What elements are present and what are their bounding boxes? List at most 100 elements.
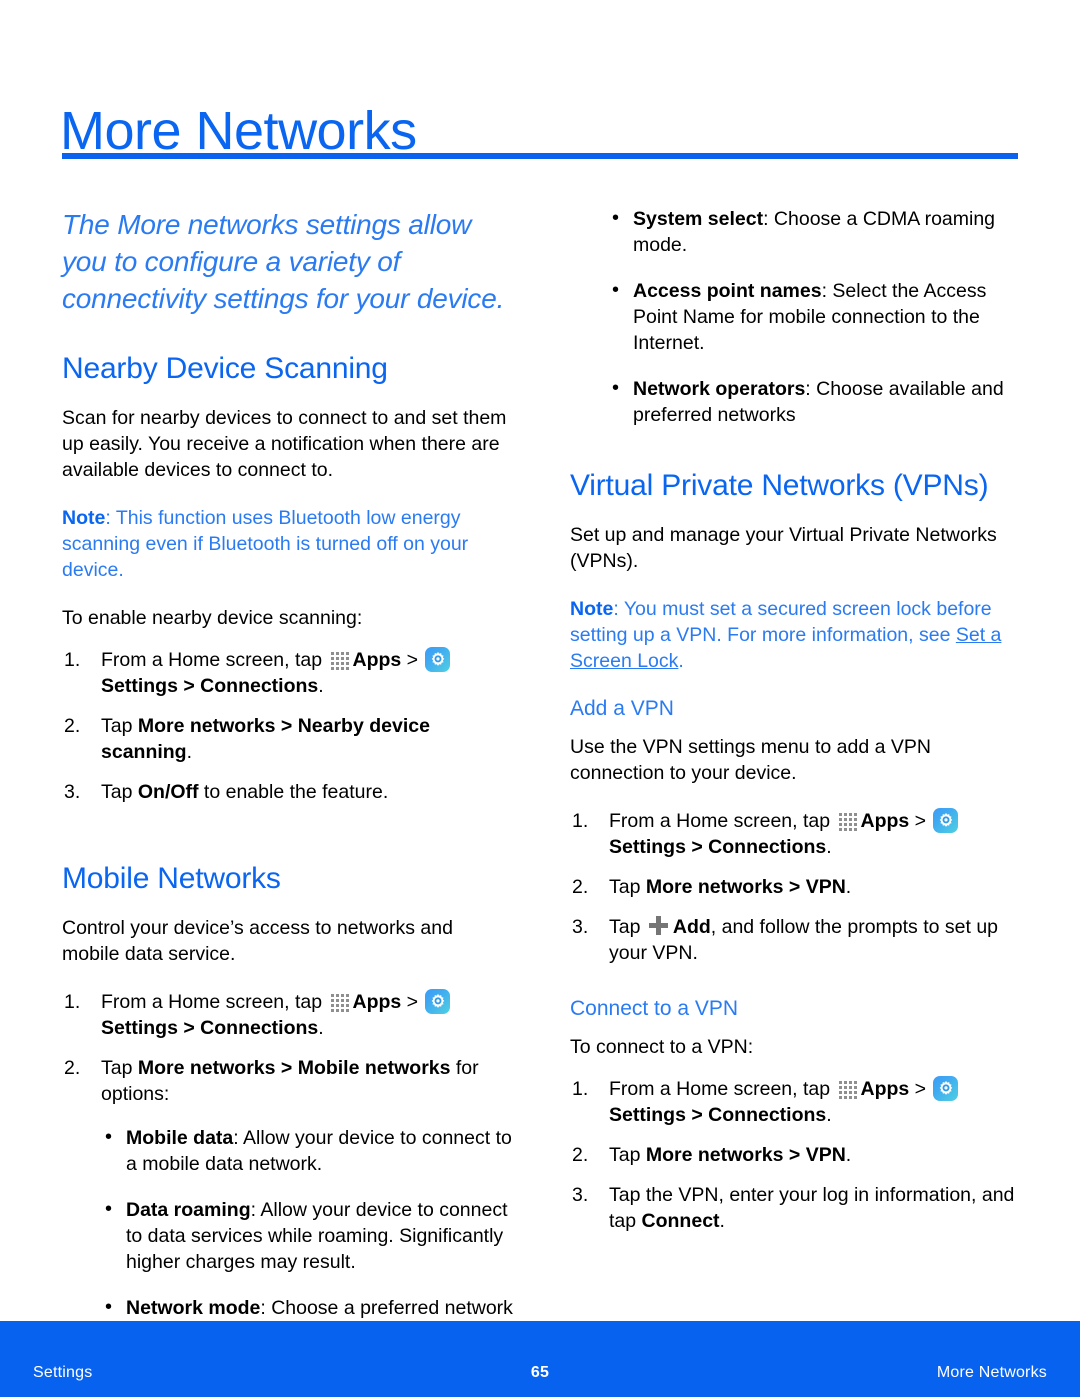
step-bold-tail: > Connections	[177, 675, 319, 697]
settings-label: Settings	[101, 675, 178, 697]
settings-gear-icon[interactable]	[425, 647, 451, 672]
step-text: Tap	[609, 916, 646, 938]
settings-gear-icon[interactable]	[425, 989, 451, 1014]
apps-label: Apps	[860, 1078, 910, 1100]
footer-page-number: 65	[530, 1364, 550, 1381]
mobile-description: Control your device’s access to networks…	[62, 917, 453, 965]
gear-glyph	[936, 811, 955, 830]
step-item: Tap More networks > Nearby device scanni…	[62, 713, 514, 765]
step-tail: to enable the feature.	[198, 781, 389, 803]
section-heading-nearby-device-scanning: Nearby Device Scanning	[62, 352, 388, 385]
step-bold: Connect	[641, 1210, 720, 1232]
apps-label: Apps	[860, 810, 910, 832]
step-item: Tap the VPN, enter your log in informati…	[570, 1182, 1022, 1234]
step-separator: >	[909, 1078, 932, 1100]
intro-paragraph: The More networks settings allow you to …	[62, 209, 505, 314]
step-text: Tap	[101, 715, 138, 737]
step-text: From a Home screen, tap	[609, 810, 836, 832]
settings-label: Settings	[609, 1104, 686, 1126]
settings-label: Settings	[609, 836, 686, 858]
step-tail: .	[845, 1144, 852, 1166]
list-item: System select: Choose a CDMA roaming mod…	[608, 205, 1022, 258]
apps-grid-icon[interactable]	[330, 649, 352, 670]
step-text: Tap	[101, 1057, 138, 1079]
step-text: From a Home screen, tap	[609, 1078, 836, 1100]
step-item: Tap Add, and follow the prompts to set u…	[570, 914, 1022, 966]
settings-label: Settings	[101, 1017, 178, 1039]
vpn-note: Note: You must set a secured screen lock…	[570, 596, 1022, 674]
step-item: Tap On/Off to enable the feature.	[62, 779, 514, 805]
step-text: Tap	[101, 781, 138, 803]
step-bold-tail: > Connections	[685, 1104, 827, 1126]
note-label: Note	[570, 598, 614, 620]
title-divider	[62, 153, 1018, 159]
step-item: From a Home screen, tap Apps > Settings …	[570, 1076, 1022, 1128]
option-term: Network operators	[633, 378, 806, 400]
list-item: Access point names: Select the Access Po…	[608, 277, 1022, 356]
step-separator: >	[909, 810, 932, 832]
connect-vpn-steps-list: From a Home screen, tap Apps > Settings …	[570, 1076, 1022, 1234]
left-column: The More networks settings allow you to …	[62, 206, 514, 1367]
option-term: Mobile data	[126, 1127, 234, 1149]
apps-label: Apps	[352, 649, 402, 671]
connect-vpn-description: To connect to a VPN:	[570, 1036, 754, 1058]
step-tail: .	[318, 675, 324, 697]
step-tail: .	[826, 836, 832, 858]
step-separator: >	[401, 649, 424, 671]
step-tail: .	[318, 1017, 324, 1039]
add-plus-icon[interactable]	[648, 916, 668, 935]
apps-grid-icon[interactable]	[330, 991, 352, 1012]
apps-grid-icon[interactable]	[838, 810, 860, 831]
settings-gear-icon[interactable]	[933, 1076, 959, 1101]
nearby-description: Scan for nearby devices to connect to an…	[62, 407, 507, 481]
section-heading-mobile-networks: Mobile Networks	[62, 862, 281, 895]
step-text: Tap	[609, 876, 646, 898]
list-item: Data roaming: Allow your device to conne…	[101, 1196, 514, 1275]
note-text: : You must set a secured screen lock bef…	[570, 598, 992, 646]
step-item: From a Home screen, tap Apps > Settings …	[62, 647, 514, 699]
step-bold-tail: > Connections	[685, 836, 827, 858]
option-term: System select	[633, 208, 764, 230]
step-separator: >	[401, 991, 424, 1013]
nearby-steps-list: From a Home screen, tap Apps > Settings …	[62, 647, 514, 805]
note-end: .	[678, 650, 684, 672]
step-bold: More networks > Mobile networks	[137, 1057, 451, 1079]
vpn-description: Set up and manage your Virtual Private N…	[570, 524, 997, 572]
apps-grid-icon[interactable]	[838, 1078, 860, 1099]
apps-label: Apps	[352, 991, 402, 1013]
list-item: Network operators: Choose available and …	[608, 375, 1022, 428]
right-column: System select: Choose a CDMA roaming mod…	[570, 205, 1022, 1254]
settings-gear-icon[interactable]	[933, 808, 959, 833]
step-tail: .	[719, 1210, 725, 1232]
option-term: Data roaming	[126, 1199, 251, 1221]
option-term: Access point names	[633, 280, 822, 302]
step-bold: More networks > VPN	[645, 1144, 846, 1166]
step-bold: More networks > VPN	[645, 876, 846, 898]
list-item: Mobile data: Allow your device to connec…	[101, 1124, 514, 1177]
step-tail: .	[186, 741, 193, 763]
footer-topic-label: More Networks	[936, 1364, 1047, 1381]
gear-glyph	[936, 1079, 955, 1098]
add-vpn-description: Use the VPN settings menu to add a VPN c…	[570, 736, 931, 784]
subsection-heading-add-a-vpn: Add a VPN	[570, 697, 674, 720]
nearby-note: Note: This function uses Bluetooth low e…	[62, 505, 514, 583]
step-bold-tail: > Connections	[177, 1017, 319, 1039]
option-term: Network mode	[126, 1297, 261, 1319]
step-tail: .	[826, 1104, 832, 1126]
step-bold: Add	[672, 916, 711, 938]
section-heading-virtual-private-networks: Virtual Private Networks (VPNs)	[570, 469, 989, 502]
step-text: Tap	[609, 1144, 646, 1166]
step-text: From a Home screen, tap	[101, 649, 328, 671]
add-vpn-steps-list: From a Home screen, tap Apps > Settings …	[570, 808, 1022, 966]
gear-glyph	[428, 992, 447, 1011]
note-text: : This function uses Bluetooth low energ…	[62, 507, 469, 581]
mobile-options-list: Mobile data: Allow your device to connec…	[101, 1124, 514, 1347]
step-item: Tap More networks > Mobile networks for …	[62, 1055, 514, 1347]
page-footer: Settings 65 More Networks	[0, 1321, 1080, 1397]
gear-glyph	[428, 650, 447, 669]
step-item: Tap More networks > VPN.	[570, 874, 1022, 900]
subsection-heading-connect-to-a-vpn: Connect to a VPN	[570, 997, 739, 1020]
mobile-steps-list: From a Home screen, tap Apps > Settings …	[62, 989, 514, 1347]
nearby-lead-in: To enable nearby device scanning:	[62, 607, 363, 629]
step-item: From a Home screen, tap Apps > Settings …	[62, 989, 514, 1041]
